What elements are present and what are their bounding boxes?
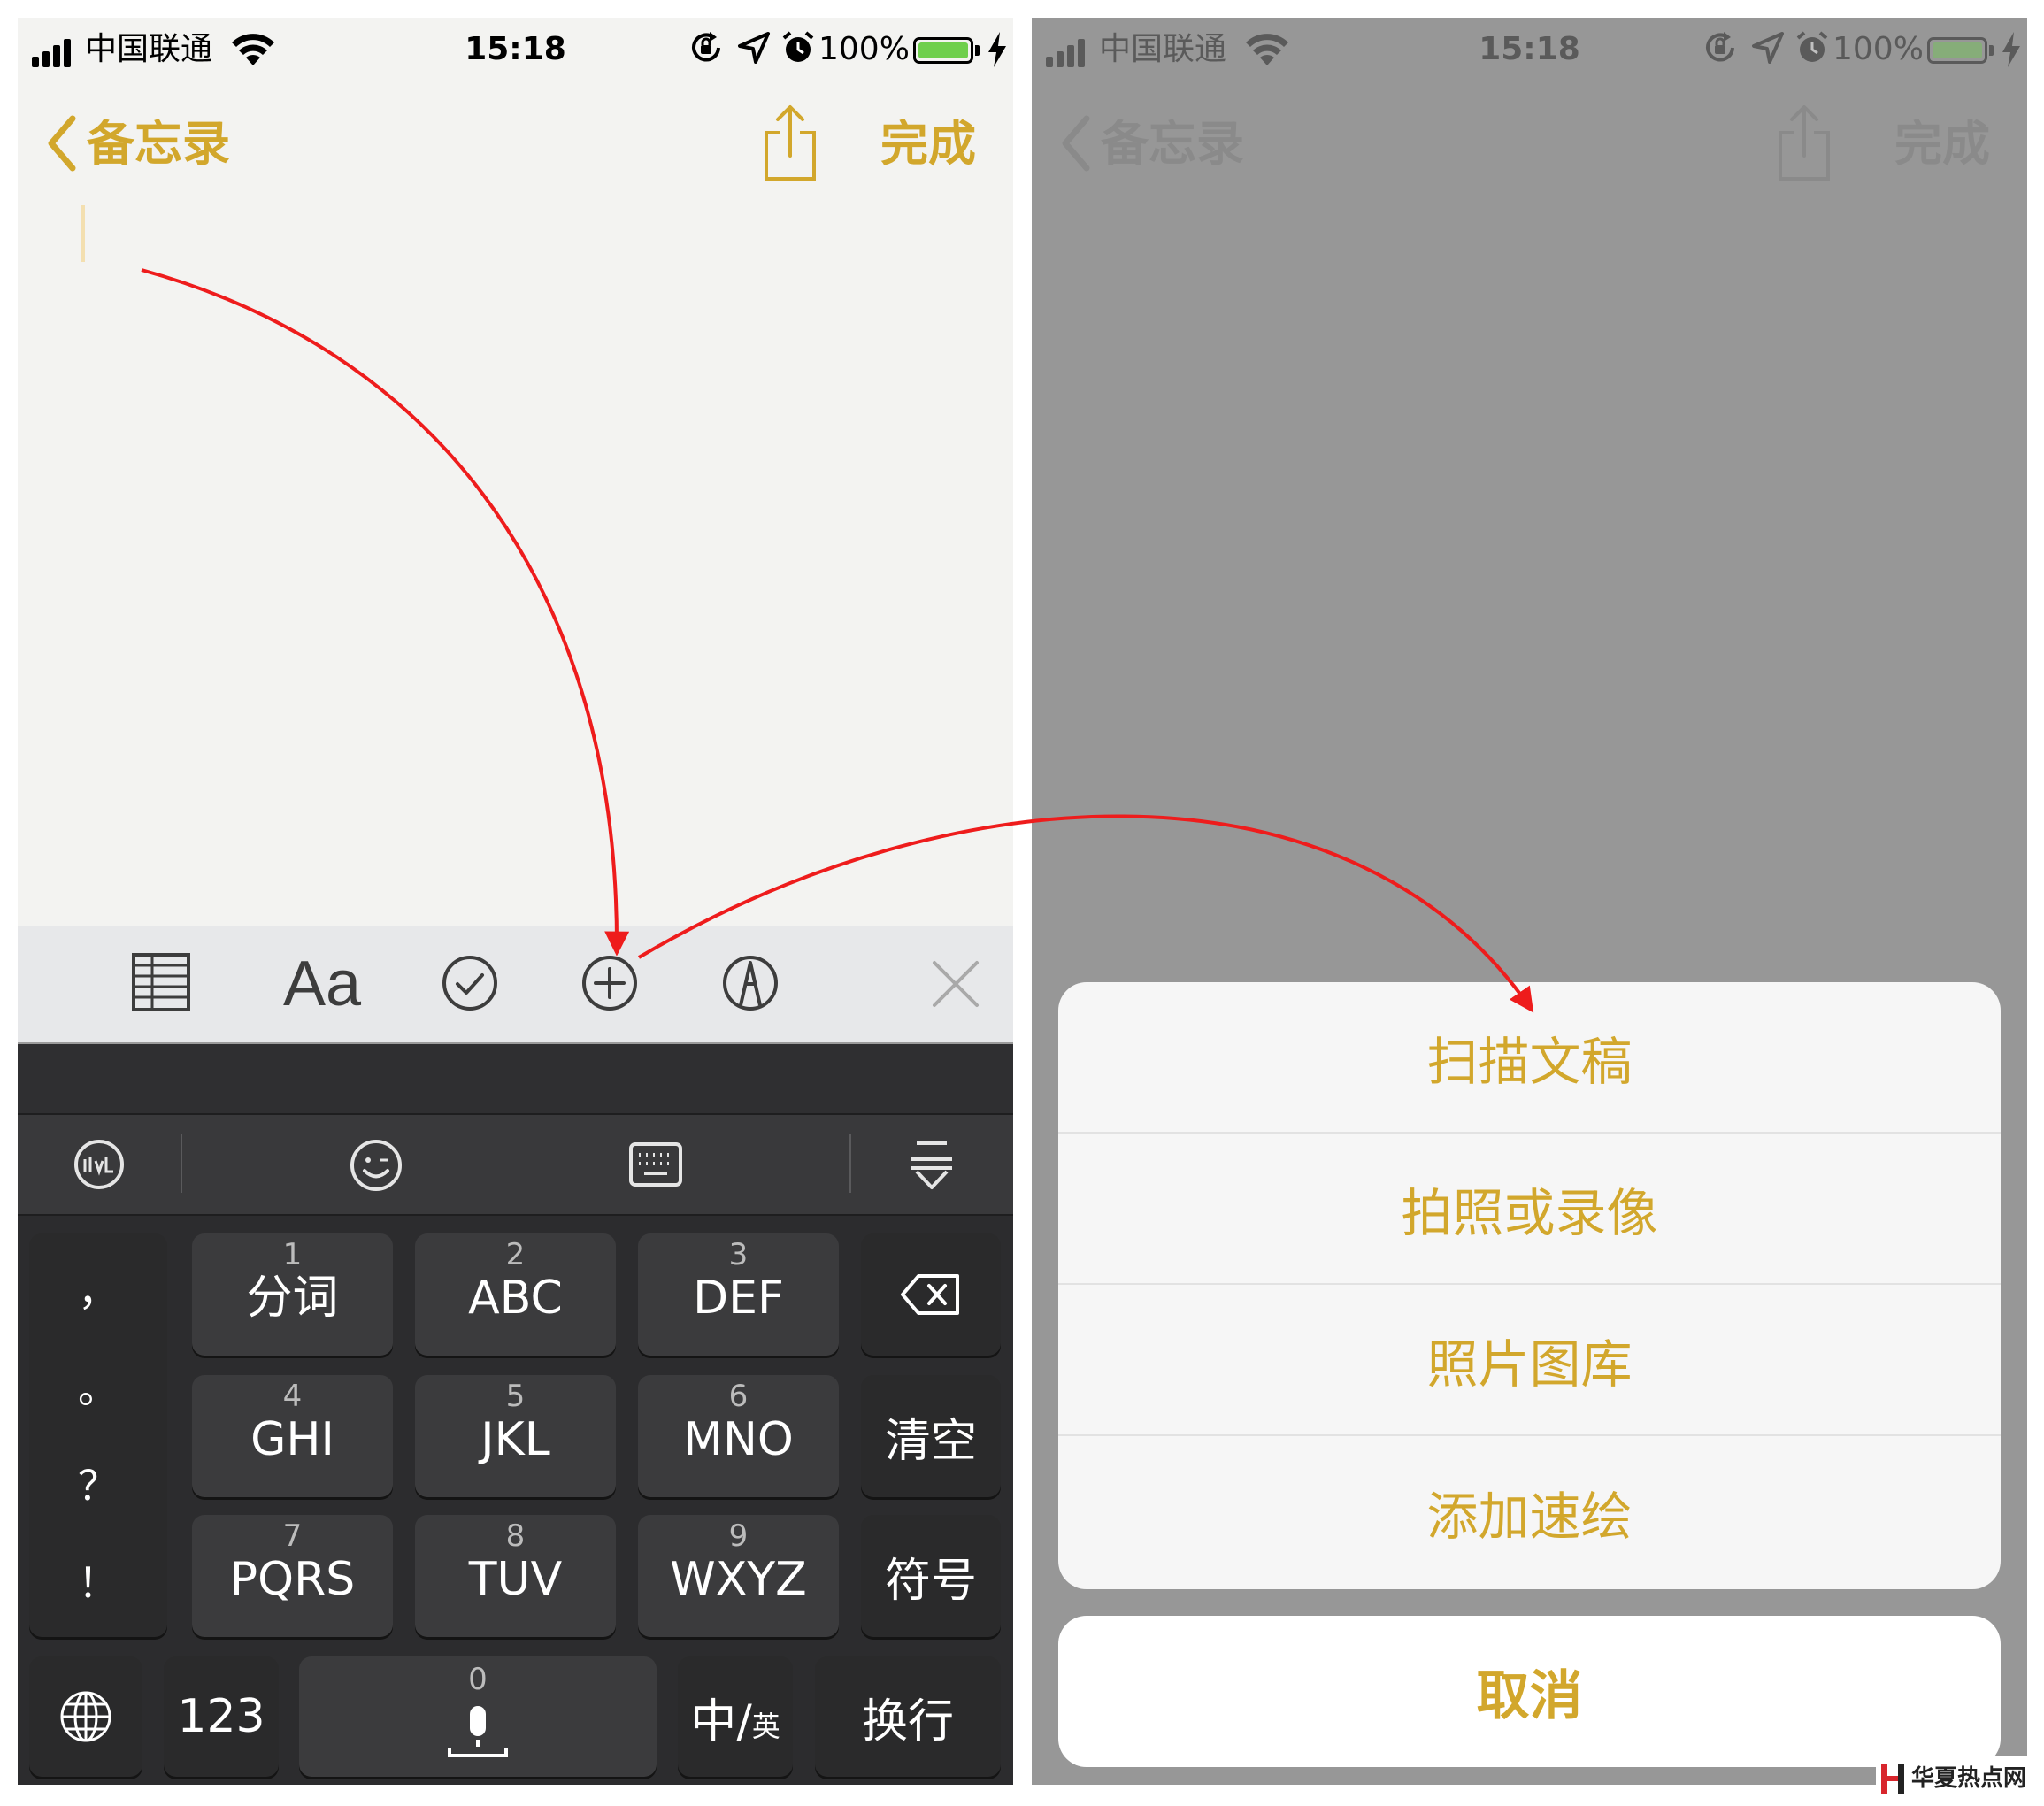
candidate-bar — [18, 1044, 1013, 1115]
status-bar: 中国联通 15:18 100% — [18, 18, 1013, 81]
share-icon[interactable] — [761, 104, 819, 182]
key-2[interactable]: 2 ABC — [415, 1233, 616, 1356]
tool-separator — [181, 1134, 182, 1193]
globe-key[interactable] — [29, 1656, 142, 1777]
emoji-icon[interactable] — [349, 1138, 403, 1193]
punct-comma: ， — [78, 1267, 119, 1315]
site-watermark: 华夏热点网 — [1876, 1756, 2035, 1801]
status-bar: 中国联通 15:18 100% — [1032, 18, 2027, 81]
key-8[interactable]: 8 TUV — [415, 1515, 616, 1637]
close-icon[interactable] — [931, 959, 980, 1009]
ifly-logo-icon[interactable] — [73, 1138, 126, 1191]
key-4[interactable]: 4 GHI — [192, 1375, 393, 1497]
nav-bar: 备忘录 完成 — [1032, 88, 2027, 195]
keyboard-icon[interactable] — [628, 1141, 683, 1187]
return-key[interactable]: 换行 — [815, 1656, 1001, 1777]
battery-percent: 100% — [818, 31, 910, 67]
key-5[interactable]: 5 JKL — [415, 1375, 616, 1497]
globe-icon — [60, 1691, 111, 1742]
orientation-lock-icon — [692, 32, 720, 62]
back-button: 备忘录 — [1101, 116, 1244, 172]
key-7[interactable]: 7 PQRS — [192, 1515, 393, 1637]
language-switch-key[interactable]: 中/英 — [678, 1656, 793, 1777]
back-button[interactable]: 备忘录 — [87, 113, 230, 175]
punct-exclaim: ！ — [78, 1559, 119, 1607]
done-button: 完成 — [1894, 116, 1990, 172]
site-logo-icon — [1881, 1764, 1904, 1794]
tool-separator — [849, 1134, 851, 1193]
photo-library-option[interactable]: 照片图库 — [1058, 1285, 2001, 1436]
microphone-icon — [448, 1706, 508, 1757]
key-6[interactable]: 6 MNO — [638, 1375, 839, 1497]
battery-icon — [1927, 37, 1987, 64]
location-icon — [738, 32, 770, 64]
delete-key[interactable] — [861, 1233, 1001, 1356]
alarm-icon — [782, 31, 814, 62]
charging-icon — [988, 32, 1006, 67]
location-icon — [1752, 32, 1784, 64]
nav-bar: 备忘录 完成 — [18, 88, 1013, 195]
backspace-icon — [901, 1274, 959, 1315]
share-icon — [1779, 105, 1830, 181]
notes-editor-screen: 中国联通 15:18 100% 备忘录 完成 Aa ， 。 ？ ！ 1 分词 2… — [18, 18, 1013, 1785]
notes-toolbar: Aa — [18, 926, 1013, 1044]
battery-cap — [975, 45, 980, 56]
notes-add-menu-screen: 中国联通 15:18 100% 备忘录 完成 扫描文稿 拍照或录像 照片图库 添… — [1032, 18, 2027, 1785]
space-key[interactable]: 0 — [299, 1656, 657, 1777]
collapse-keyboard-icon[interactable] — [908, 1138, 956, 1193]
checklist-icon[interactable] — [441, 954, 499, 1012]
charging-icon — [2002, 32, 2020, 67]
punctuation-key[interactable]: ， 。 ？ ！ — [29, 1233, 167, 1637]
add-sketch-option[interactable]: 添加速绘 — [1058, 1436, 2001, 1587]
markup-icon[interactable] — [721, 954, 780, 1012]
chevron-left-icon[interactable] — [44, 115, 80, 172]
punct-question: ？ — [78, 1462, 119, 1510]
format-button[interactable]: Aa — [283, 941, 361, 1026]
scan-documents-option[interactable]: 扫描文稿 — [1058, 982, 2001, 1134]
battery-icon — [913, 37, 973, 64]
battery-percent: 100% — [1833, 31, 1924, 67]
table-icon[interactable] — [131, 952, 191, 1012]
key-1[interactable]: 1 分词 — [192, 1233, 393, 1356]
key-9[interactable]: 9 WXYZ — [638, 1515, 839, 1637]
battery-cap — [1989, 45, 1994, 56]
alarm-icon — [1796, 31, 1828, 62]
orientation-lock-icon — [1706, 32, 1734, 62]
keyboard-tool-bar — [18, 1115, 1013, 1216]
text-cursor — [81, 205, 85, 262]
watermark-text: 华夏热点网 — [1911, 1765, 2027, 1792]
cancel-button[interactable]: 取消 — [1058, 1616, 2001, 1767]
keypad: ， 。 ？ ！ 1 分词 2 ABC 3 DEF 4 GHI 5 JKL 6 M… — [18, 1216, 1013, 1785]
action-sheet: 扫描文稿 拍照或录像 照片图库 添加速绘 — [1058, 982, 2001, 1589]
numbers-key[interactable]: 123 — [164, 1656, 279, 1777]
ifly-keyboard: ， 。 ？ ！ 1 分词 2 ABC 3 DEF 4 GHI 5 JKL 6 M… — [18, 1044, 1013, 1785]
add-icon[interactable] — [580, 954, 639, 1012]
punct-period: 。 — [78, 1364, 119, 1412]
take-photo-video-option[interactable]: 拍照或录像 — [1058, 1134, 2001, 1285]
symbols-key[interactable]: 符号 — [861, 1515, 1001, 1637]
key-3[interactable]: 3 DEF — [638, 1233, 839, 1356]
chevron-left-icon — [1062, 115, 1090, 172]
clear-key[interactable]: 清空 — [861, 1375, 1001, 1497]
done-button[interactable]: 完成 — [880, 113, 976, 175]
